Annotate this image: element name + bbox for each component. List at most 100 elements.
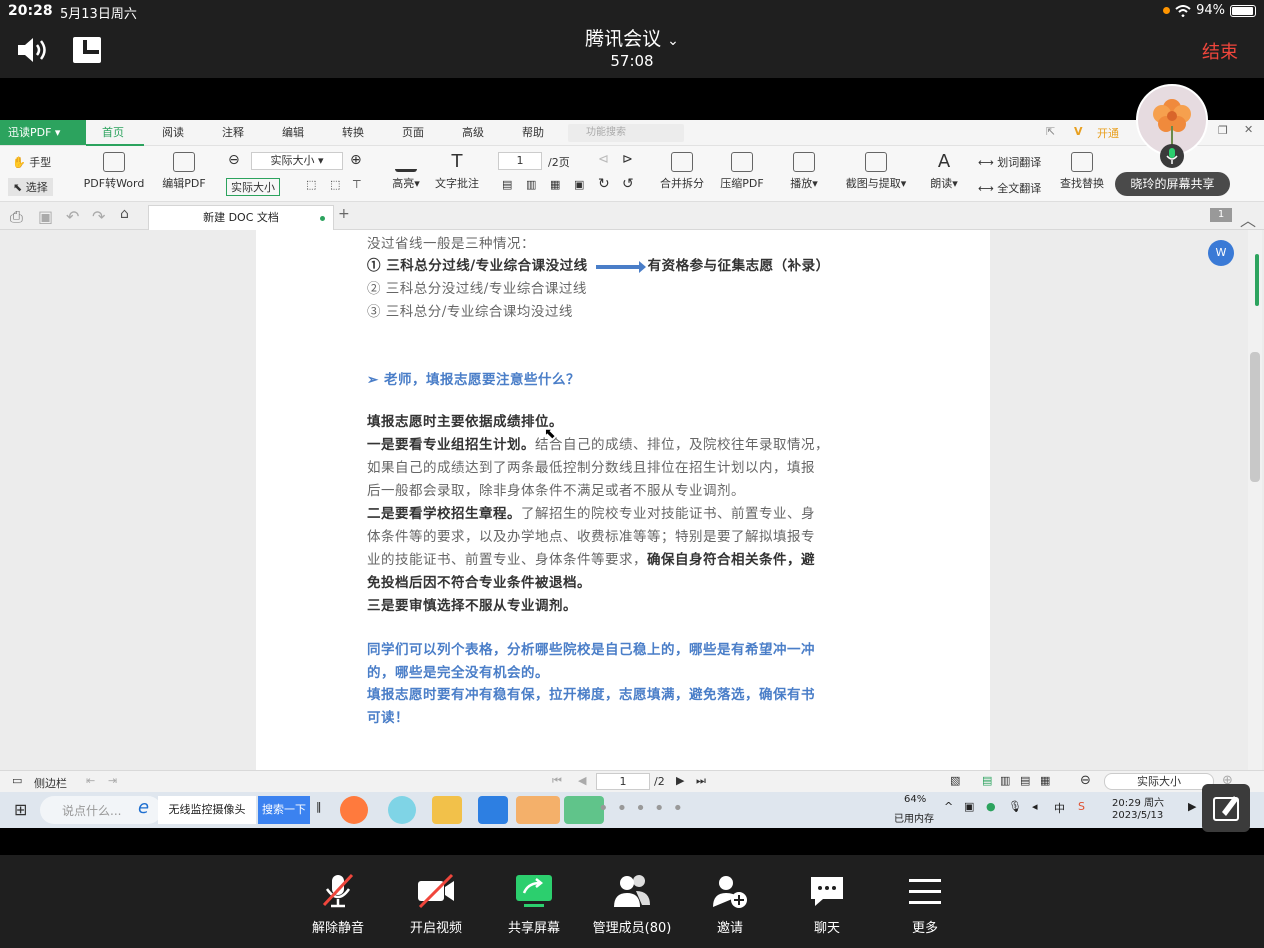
nav-forward-icon[interactable]: ⇥ (108, 774, 117, 787)
unmute-button[interactable]: 解除静音 (293, 873, 383, 936)
tab-annotate[interactable]: 注释 (222, 124, 244, 140)
view-scroll-icon[interactable]: ▤ (1020, 774, 1030, 787)
speaker-icon[interactable] (16, 36, 50, 68)
full-translate-button[interactable]: ⟷ 全文翻译 (978, 180, 1041, 196)
text-select-icon[interactable]: ⊤ (352, 178, 362, 191)
word-translate-button[interactable]: ⟷ 划词翻译 (978, 154, 1041, 170)
ie-icon[interactable]: e (138, 797, 149, 818)
view-single-icon[interactable]: ▤ (982, 774, 992, 787)
play-button[interactable]: 播放▾ (782, 152, 826, 191)
view-double-icon[interactable]: ▥ (1000, 774, 1010, 787)
edit-pdf-button[interactable]: 编辑PDF (158, 152, 210, 191)
bottom-zoom-out-icon[interactable]: ⊖ (1080, 773, 1091, 788)
view-book-icon[interactable]: ▦ (1040, 774, 1050, 787)
end-meeting-button[interactable]: 结束 (1202, 38, 1238, 64)
tab-home[interactable]: 首页 (102, 124, 124, 140)
read-aloud-button[interactable]: A 朗读▾ (924, 152, 964, 191)
file-explorer-icon[interactable] (432, 796, 462, 824)
compress-pdf-button[interactable]: 压缩PDF (716, 152, 768, 191)
tab-page[interactable]: 页面 (402, 124, 424, 140)
tray-notification-icon[interactable]: ▶ (1188, 800, 1196, 813)
close-window-icon[interactable]: ✕ (1244, 123, 1253, 136)
pdf-to-word-button[interactable]: PDF转Word (82, 152, 146, 191)
ie-search-field[interactable]: 无线监控摄像头 (158, 796, 256, 824)
redo-icon[interactable]: ↷ (92, 207, 105, 226)
zoom-out-icon[interactable]: ⊖ (228, 152, 240, 168)
chat-button[interactable]: 聊天 (782, 873, 872, 936)
search-button[interactable]: 搜索一下 (258, 796, 310, 824)
tab-new-doc[interactable]: 新建 DOC 文档 (148, 205, 334, 230)
text-note-button[interactable]: T 文字批注 (432, 152, 482, 191)
feature-search-input[interactable]: 功能搜索 (568, 124, 684, 142)
tray-security-icon[interactable]: ● (986, 800, 996, 813)
share-icon[interactable]: ⇱ (1046, 125, 1055, 138)
tab-read[interactable]: 阅读 (162, 124, 184, 140)
page-number-input[interactable]: 1 (498, 152, 542, 170)
continuous-icon[interactable]: ▣ (574, 178, 584, 191)
manage-members-button[interactable]: 管理成员(80) (587, 873, 677, 936)
vertical-scrollbar[interactable] (1248, 230, 1262, 770)
tab-edit[interactable]: 编辑 (282, 124, 304, 140)
home-icon[interactable]: ⌂ (120, 206, 129, 222)
first-page-icon[interactable]: ⏮ (552, 774, 562, 788)
meeting-app-icon[interactable] (478, 796, 508, 824)
restore-window-icon[interactable]: ❐ (1218, 124, 1228, 137)
merge-split-button[interactable]: 合并拆分 (656, 152, 708, 191)
next-page-icon[interactable]: ⊳ (622, 152, 633, 167)
prev-page-icon[interactable]: ⊲ (598, 152, 609, 167)
vip-open-button[interactable]: 开通 (1097, 125, 1119, 141)
last-page-icon[interactable]: ⏭ (696, 774, 706, 788)
browser-icon[interactable] (388, 796, 416, 824)
layout-switch-icon[interactable] (72, 36, 102, 68)
bottom-zoom-select[interactable]: 实际大小 (1104, 773, 1214, 790)
undo-icon[interactable]: ↶ (66, 207, 79, 226)
invite-button[interactable]: 邀请 (685, 873, 775, 936)
rotate-left-icon[interactable]: ↺ (622, 176, 634, 192)
prev-page-small-icon[interactable]: ◀ (578, 774, 586, 787)
tray-ime-icon[interactable]: 中 (1054, 800, 1065, 816)
tray-mic-icon[interactable]: 🎙 (1008, 800, 1022, 813)
rotate-right-icon[interactable]: ↻ (598, 176, 610, 192)
two-page-icon[interactable]: ▥ (526, 178, 536, 191)
share-screen-button[interactable]: 共享屏幕 (489, 873, 579, 936)
sidebar-toggle[interactable]: 侧边栏 (34, 775, 67, 791)
chrome-icon[interactable] (340, 796, 368, 824)
more-button[interactable]: 更多 (880, 873, 970, 936)
annotate-button[interactable] (1202, 784, 1250, 832)
zoom-in-icon[interactable]: ⊕ (350, 152, 362, 168)
actual-size-button[interactable]: 实际大小 (226, 178, 280, 196)
add-tab-icon[interactable]: + (338, 206, 350, 222)
tray-sogou-icon[interactable]: S (1078, 800, 1085, 813)
tray-chevron-icon[interactable]: ^ (944, 800, 953, 813)
tab-convert[interactable]: 转换 (342, 124, 364, 140)
fit-page-icon[interactable]: ⬚ (306, 178, 316, 191)
hand-tool[interactable]: ✋ 手型 (12, 154, 51, 170)
print-icon[interactable]: ⎙ (10, 207, 23, 227)
select-tool[interactable]: ⬉ 选择 (8, 178, 53, 196)
save-icon[interactable]: ▣ (38, 207, 53, 226)
bottom-page-input[interactable]: 1 (596, 773, 650, 790)
collapse-icon[interactable]: ︿ (1240, 207, 1256, 231)
tray-monitor-icon[interactable]: ▣ (964, 800, 974, 813)
fit-width-icon[interactable]: ⬚ (330, 178, 340, 191)
meeting-title[interactable]: 腾讯会议 ⌄ (532, 24, 732, 51)
tab-help[interactable]: 帮助 (522, 124, 544, 140)
pdf-brand-menu[interactable]: 迅读PDF ▾ (0, 120, 86, 145)
next-page-small-icon[interactable]: ▶ (676, 774, 684, 787)
grid-view-icon[interactable]: ▦ (550, 178, 560, 191)
tab-advanced[interactable]: 高级 (462, 124, 484, 140)
nav-back-icon[interactable]: ⇤ (86, 774, 95, 787)
word-float-icon[interactable]: W (1208, 240, 1234, 266)
find-replace-button[interactable]: 查找替换 (1056, 152, 1108, 191)
screenshot-extract-button[interactable]: 截图与提取▾ (840, 152, 912, 191)
highlight-button[interactable]: 高亮▾ (388, 152, 424, 191)
sidebar-icon[interactable]: ▭ (12, 774, 22, 787)
zoom-select[interactable]: 实际大小 ▾ (251, 152, 343, 170)
windows-start-icon[interactable]: ⊞ (14, 800, 27, 819)
start-video-button[interactable]: 开启视频 (391, 873, 481, 936)
single-page-icon[interactable]: ▤ (502, 178, 512, 191)
tray-volume-icon[interactable]: ◂ (1032, 800, 1038, 813)
screenshot-small-icon[interactable]: ▧ (950, 774, 960, 787)
scrollbar-thumb[interactable] (1250, 352, 1260, 482)
wechat-icon[interactable] (516, 796, 560, 824)
